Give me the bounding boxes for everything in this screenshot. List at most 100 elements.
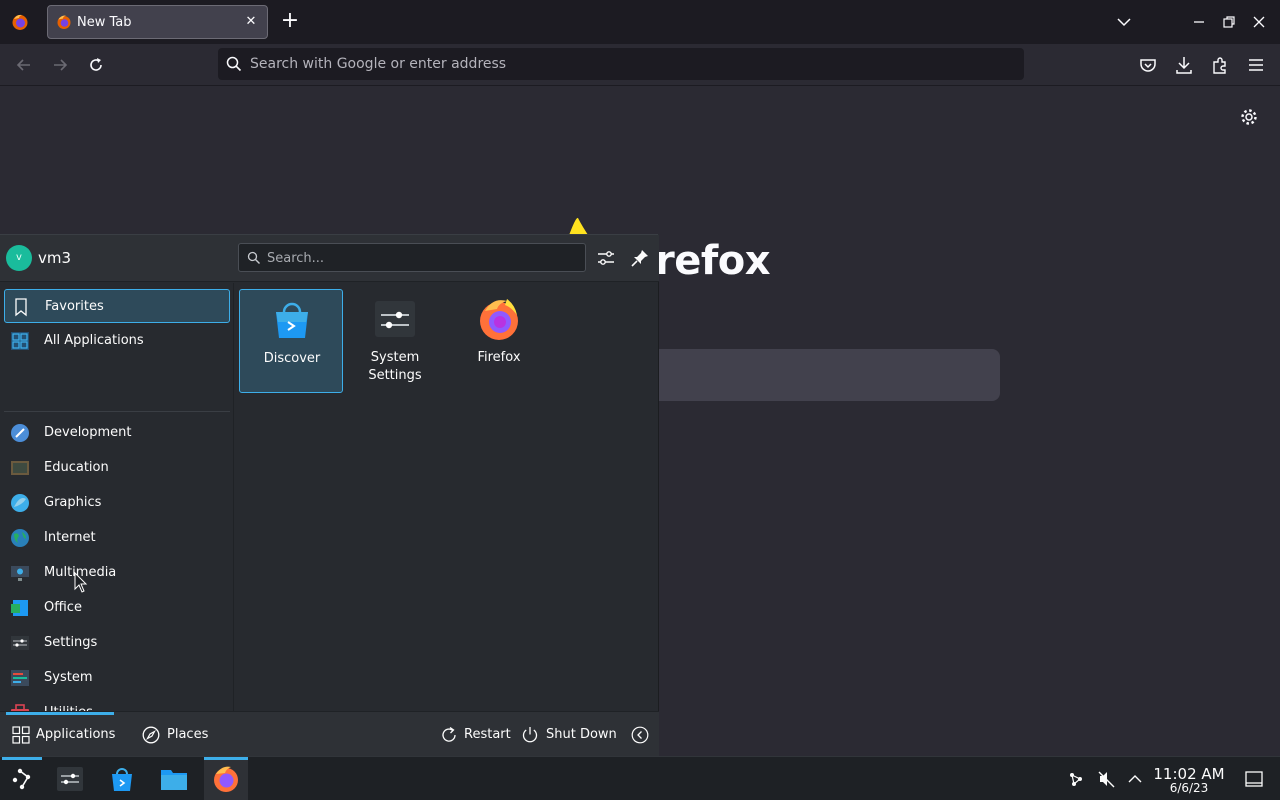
category-office[interactable]: Office <box>4 591 230 625</box>
back-arrow-icon[interactable] <box>13 54 35 76</box>
more-session-button[interactable] <box>630 712 652 758</box>
download-icon[interactable] <box>1173 54 1195 76</box>
category-label: Office <box>44 600 82 615</box>
username: vm3 <box>38 249 72 267</box>
category-internet[interactable]: Internet <box>4 521 230 555</box>
application-launcher-button[interactable] <box>0 757 44 800</box>
grid-icon <box>11 332 29 350</box>
chevron-up-icon[interactable] <box>1125 769 1145 789</box>
close-tab-icon[interactable]: ✕ <box>242 13 260 31</box>
category-favorites[interactable]: Favorites <box>4 289 230 323</box>
taskbar-discover[interactable] <box>100 757 144 800</box>
app-firefox[interactable]: Firefox <box>447 289 551 393</box>
search-icon <box>247 251 260 264</box>
firefox-wordmark: refox <box>655 238 771 284</box>
kde-launcher-icon <box>12 768 31 790</box>
new-tab-button[interactable]: + <box>279 10 301 34</box>
category-development[interactable]: Development <box>4 416 230 450</box>
category-label: System <box>44 670 93 685</box>
browser-navbar <box>0 44 1280 86</box>
compass-icon <box>142 726 160 744</box>
reload-icon[interactable] <box>85 54 107 76</box>
firefox-favicon-icon <box>57 15 71 29</box>
chevron-left-icon <box>631 726 649 744</box>
restart-icon <box>442 726 456 742</box>
restore-icon[interactable] <box>1219 12 1239 32</box>
category-label: All Applications <box>44 333 144 348</box>
globe-icon <box>11 529 29 547</box>
app-label: Firefox <box>477 350 521 365</box>
show-desktop-icon[interactable] <box>1244 769 1264 789</box>
close-window-icon[interactable] <box>1249 12 1269 32</box>
minimize-icon[interactable] <box>1189 12 1209 32</box>
taskbar-file-manager[interactable] <box>152 757 196 800</box>
power-icon <box>522 727 538 743</box>
category-label: Education <box>44 460 109 475</box>
app-label: Discover <box>263 351 321 366</box>
network-icon[interactable] <box>1066 769 1086 789</box>
app-discover[interactable]: Discover <box>239 289 343 393</box>
bookmark-icon <box>15 298 27 317</box>
discover-icon <box>112 768 132 791</box>
app-system-settings[interactable]: System Settings <box>343 289 447 393</box>
pocket-icon[interactable] <box>1137 54 1159 76</box>
volume-muted-icon[interactable] <box>1097 769 1117 789</box>
application-launcher: v vm3 Favorites <box>0 234 659 757</box>
category-label: Settings <box>44 635 98 650</box>
configure-sliders-icon[interactable] <box>595 247 617 269</box>
forward-arrow-icon[interactable] <box>49 54 71 76</box>
launcher-header: v vm3 <box>0 235 659 282</box>
category-all-applications[interactable]: All Applications <box>4 324 230 358</box>
folder-icon <box>161 770 187 790</box>
launcher-search-input[interactable] <box>267 248 577 268</box>
taskbar-system-settings[interactable] <box>48 757 92 800</box>
system-settings-icon <box>57 767 83 791</box>
extensions-icon[interactable] <box>1209 54 1231 76</box>
taskbar-firefox[interactable] <box>204 757 248 800</box>
tab-applications[interactable]: Applications <box>6 712 116 758</box>
restart-button[interactable]: Restart <box>434 712 511 758</box>
category-graphics[interactable]: Graphics <box>4 486 230 520</box>
clock-date[interactable]: 6/6/23 <box>1150 781 1228 795</box>
discover-icon <box>276 302 308 338</box>
graphics-icon <box>11 494 29 512</box>
tab-places[interactable]: Places <box>136 712 216 758</box>
settings-icon <box>11 636 29 650</box>
pin-icon[interactable] <box>629 247 651 269</box>
search-icon <box>226 56 242 72</box>
category-education[interactable]: Education <box>4 451 230 485</box>
shutdown-button[interactable]: Shut Down <box>516 712 617 758</box>
chevron-down-icon[interactable] <box>1114 12 1134 32</box>
category-settings[interactable]: Settings <box>4 626 230 660</box>
browser-tabbar: New Tab ✕ + <box>0 0 1280 44</box>
tab-new-tab[interactable]: New Tab ✕ <box>47 5 268 39</box>
category-label: Favorites <box>45 299 104 314</box>
address-input[interactable] <box>250 52 1010 76</box>
multimedia-icon <box>11 566 29 581</box>
menu-icon[interactable] <box>1245 54 1267 76</box>
shutdown-label: Shut Down <box>546 727 617 742</box>
category-multimedia[interactable]: Multimedia <box>4 556 230 590</box>
page-search-box[interactable] <box>600 349 1000 401</box>
launcher-footer: Applications Places Restart Shut Down <box>0 711 659 757</box>
grid-icon <box>12 726 30 744</box>
url-bar[interactable] <box>218 48 1024 80</box>
development-icon <box>11 424 29 442</box>
education-icon <box>11 461 29 475</box>
launcher-categories: Favorites All Applications Development E… <box>0 283 234 721</box>
system-icon <box>11 670 29 686</box>
tab-applications-label: Applications <box>36 727 116 742</box>
avatar[interactable]: v <box>6 245 32 271</box>
app-label: System Settings <box>368 350 422 383</box>
category-system[interactable]: System <box>4 661 230 695</box>
firefox-icon[interactable] <box>11 13 29 31</box>
taskbar-panel: 11:02 AM 6/6/23 <box>0 756 1280 800</box>
divider <box>4 411 230 412</box>
category-label: Internet <box>44 530 96 545</box>
gear-icon[interactable] <box>1238 106 1260 128</box>
launcher-search-field[interactable] <box>238 243 586 272</box>
tab-places-label: Places <box>167 727 209 742</box>
mouse-cursor-icon <box>74 572 88 593</box>
app-grid: Discover System Settings Firefox <box>238 289 656 709</box>
category-label: Development <box>44 425 132 440</box>
